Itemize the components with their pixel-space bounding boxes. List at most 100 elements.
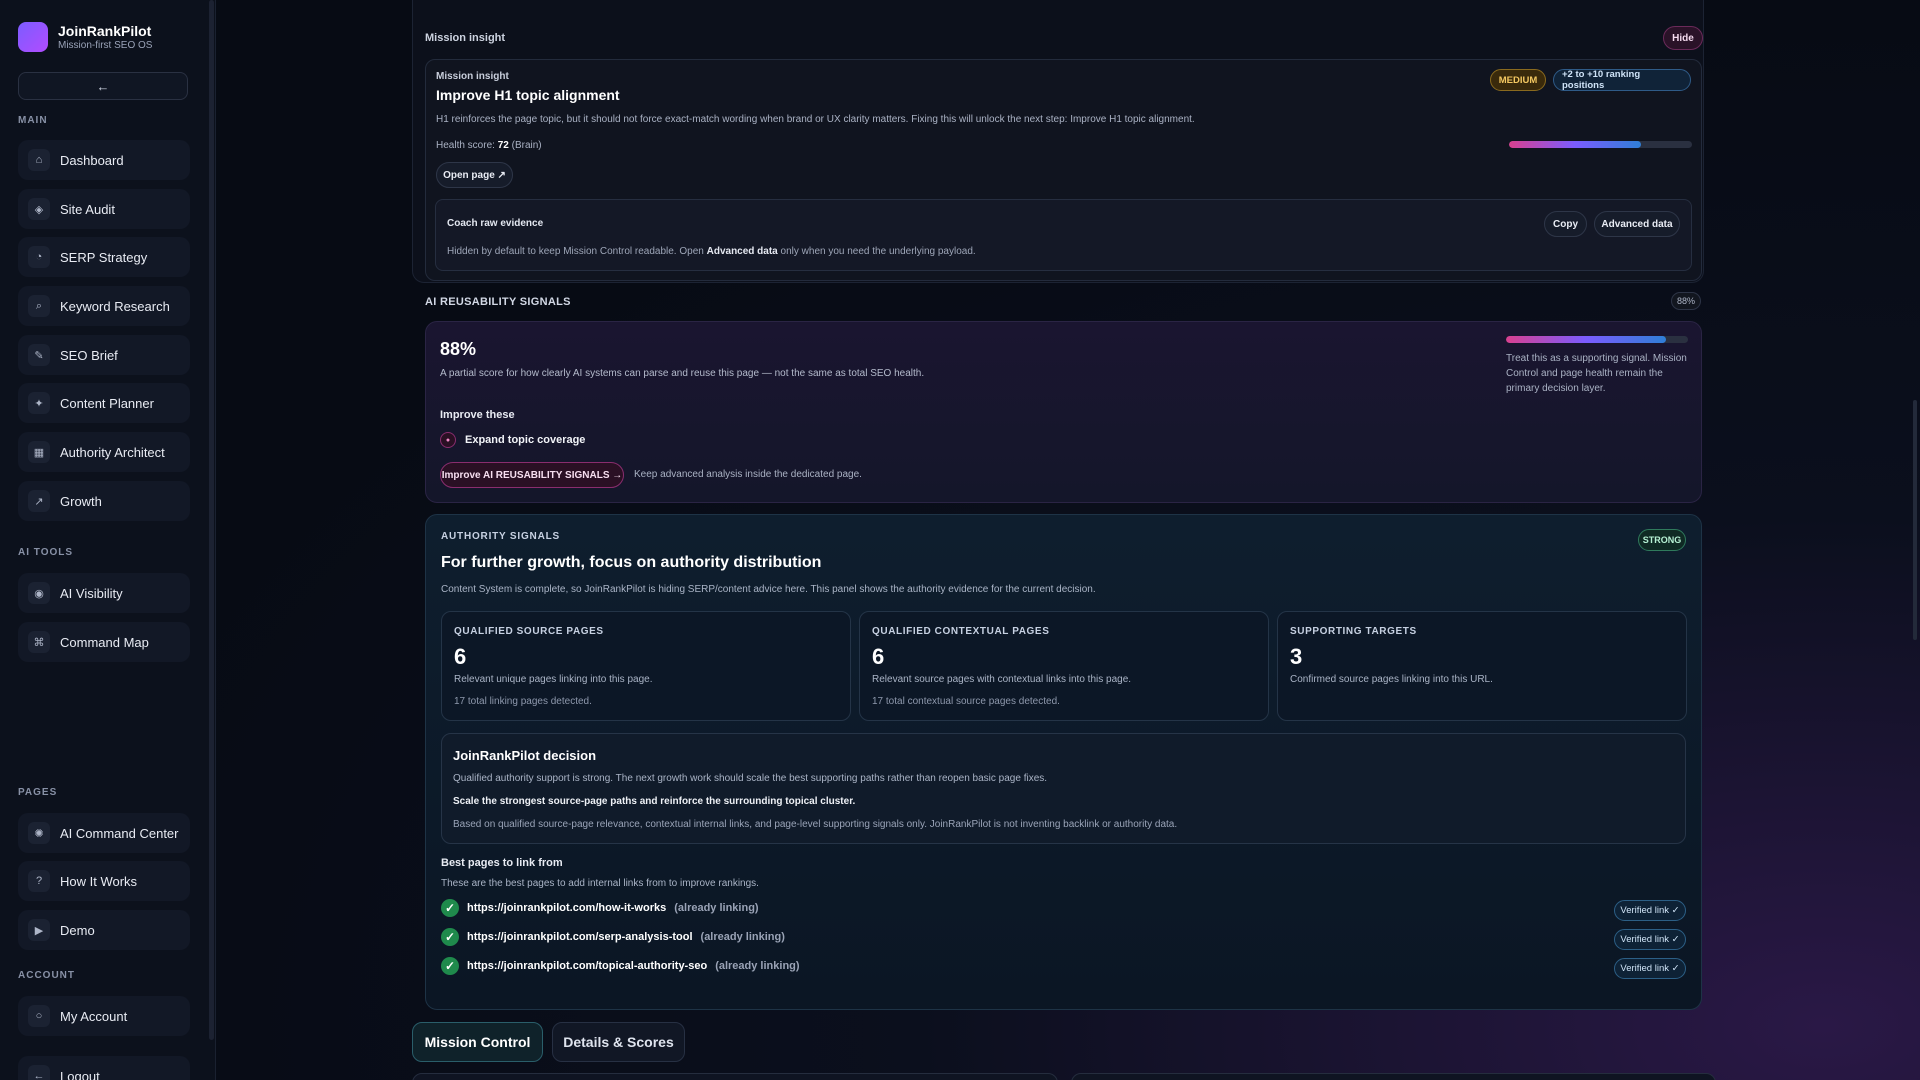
sidebar-item-label: Site Audit [60, 201, 115, 217]
stat-extra: 17 total linking pages detected. [454, 696, 592, 707]
coach-text-bold: Advanced data [706, 246, 778, 257]
mission-title: Improve H1 topic alignment [436, 87, 620, 103]
sidebar-item-content-planner[interactable]: ✦ Content Planner [18, 383, 190, 423]
sidebar-item-dashboard[interactable]: ⌂ Dashboard [18, 140, 190, 180]
main-scrollbar[interactable] [1913, 400, 1917, 640]
stat-description: Relevant source pages with contextual li… [872, 674, 1132, 685]
best-pages-title: Best pages to link from [441, 857, 563, 869]
stat-heading: QUALIFIED SOURCE PAGES [454, 626, 604, 637]
trend-icon: ↗ [28, 490, 50, 512]
link-status: (already linking) [715, 960, 800, 972]
sidebar-item-ai-command-center[interactable]: ✺ AI Command Center [18, 813, 190, 853]
hide-button[interactable]: Hide [1663, 26, 1703, 50]
coach-evidence-box [435, 199, 1692, 271]
sparkle-icon: ✦ [28, 392, 50, 414]
best-pages-subtitle: These are the best pages to add internal… [441, 878, 759, 889]
verified-link-badge: Verified link ✓ [1614, 900, 1686, 921]
bottom-card-right [1071, 1073, 1716, 1080]
check-icon: ✓ [441, 899, 459, 917]
coach-text-after: only when you need the underlying payloa… [780, 246, 976, 257]
health-score-value: 72 [497, 140, 509, 151]
decision-title: JoinRankPilot decision [453, 748, 597, 763]
eye-icon: ◉ [28, 582, 50, 604]
logout-icon: ← [28, 1065, 50, 1080]
stat-description: Relevant unique pages linking into this … [454, 674, 653, 685]
pencil-icon: ✎ [28, 344, 50, 366]
section-label-pages: PAGES [18, 787, 58, 798]
stat-description: Confirmed source pages linking into this… [1290, 674, 1493, 685]
sidebar-item-label: My Account [60, 1008, 128, 1024]
sidebar-item-label: AI Command Center [60, 825, 179, 841]
stat-value: 6 [454, 644, 467, 669]
link-row: ✓ https://joinrankpilot.com/topical-auth… [441, 956, 800, 976]
copy-button[interactable]: Copy [1544, 211, 1587, 237]
link-row: ✓ https://joinrankpilot.com/how-it-works… [441, 898, 759, 918]
sidebar-item-label: Keyword Research [60, 298, 170, 314]
sidebar-item-logout[interactable]: ← Logout [18, 1056, 190, 1080]
brand-tagline: Mission-first SEO OS [58, 40, 153, 51]
sidebar-item-label: Dashboard [60, 152, 124, 168]
health-score-suffix: (Brain) [511, 140, 542, 151]
sidebar-item-demo[interactable]: ▶ Demo [18, 910, 190, 950]
health-score: Health score: 72 (Brain) [436, 140, 542, 151]
verified-link-badge: Verified link ✓ [1614, 958, 1686, 979]
sidebar: JoinRankPilot Mission-first SEO OS ← MAI… [0, 0, 216, 1080]
sidebar-item-serp-strategy[interactable]: ◔ SERP Strategy [18, 237, 190, 277]
link-url[interactable]: https://joinrankpilot.com/how-it-works [467, 902, 666, 914]
home-icon: ⌂ [28, 149, 50, 171]
sidebar-item-site-audit[interactable]: ◈ Site Audit [18, 189, 190, 229]
sidebar-item-seo-brief[interactable]: ✎ SEO Brief [18, 335, 190, 375]
tab-mission-control[interactable]: Mission Control [412, 1022, 543, 1062]
ai-score-bar-fill [1506, 336, 1667, 343]
mission-description: H1 reinforces the page topic, but it sho… [436, 114, 1195, 125]
advanced-data-button[interactable]: Advanced data [1594, 211, 1680, 237]
stat-card-supporting-targets: SUPPORTING TARGETS 3 Confirmed source pa… [1277, 611, 1687, 721]
asterisk-icon: ✺ [28, 822, 50, 844]
authority-title: For further growth, focus on authority d… [441, 554, 822, 571]
link-row: ✓ https://joinrankpilot.com/serp-analysi… [441, 927, 785, 947]
link-status: (already linking) [674, 902, 759, 914]
sidebar-item-ai-visibility[interactable]: ◉ AI Visibility [18, 573, 190, 613]
coach-description: Hidden by default to keep Mission Contro… [447, 246, 976, 257]
section-label-ai-tools: AI TOOLS [18, 547, 74, 558]
open-page-button[interactable]: Open page ↗ [436, 162, 513, 188]
ai-score: 88% [440, 339, 477, 359]
verified-link-badge: Verified link ✓ [1614, 929, 1686, 950]
sidebar-item-my-account[interactable]: ○ My Account [18, 996, 190, 1036]
improve-title: Improve these [440, 409, 515, 421]
authority-label: AUTHORITY SIGNALS [441, 531, 560, 542]
improve-ai-signals-button[interactable]: Improve AI REUSABILITY SIGNALS → [440, 462, 624, 488]
ai-score-badge: 88% [1671, 292, 1701, 310]
collapse-sidebar-button[interactable]: ← [18, 72, 188, 100]
ai-score-bar [1506, 336, 1688, 343]
sidebar-item-authority-architect[interactable]: ▦ Authority Architect [18, 432, 190, 472]
sidebar-item-keyword-research[interactable]: ⌕ Keyword Research [18, 286, 190, 326]
sidebar-item-label: Command Map [60, 634, 149, 650]
brand[interactable]: JoinRankPilot Mission-first SEO OS [18, 22, 152, 52]
link-url[interactable]: https://joinrankpilot.com/topical-author… [467, 960, 707, 972]
sidebar-item-growth[interactable]: ↗ Growth [18, 481, 190, 521]
check-icon: ✓ [441, 957, 459, 975]
command-icon: ⌘ [28, 631, 50, 653]
blocks-icon: ▦ [28, 441, 50, 463]
sidebar-item-command-map[interactable]: ⌘ Command Map [18, 622, 190, 662]
app-root: JoinRankPilot Mission-first SEO OS ← MAI… [0, 0, 1920, 1080]
link-url[interactable]: https://joinrankpilot.com/serp-analysis-… [467, 931, 693, 943]
user-icon: ○ [28, 1005, 50, 1027]
health-score-bar-fill [1509, 141, 1641, 148]
sidebar-item-label: Demo [60, 922, 95, 938]
stat-value: 6 [872, 644, 885, 669]
sidebar-item-label: Authority Architect [60, 444, 165, 460]
coach-text-before: Hidden by default to keep Mission Contro… [447, 246, 704, 257]
brand-logo-icon [18, 22, 48, 52]
search-icon: ⌕ [28, 295, 50, 317]
sidebar-scrollbar[interactable] [209, 0, 214, 1040]
stat-heading: QUALIFIED CONTEXTUAL PAGES [872, 626, 1050, 637]
decision-footnote: Based on qualified source-page relevance… [453, 819, 1178, 830]
link-status: (already linking) [700, 931, 785, 943]
sidebar-item-how-it-works[interactable]: ? How It Works [18, 861, 190, 901]
health-score-bar [1509, 141, 1692, 148]
tab-details-scores[interactable]: Details & Scores [552, 1022, 685, 1062]
help-icon: ? [28, 870, 50, 892]
sidebar-item-label: AI Visibility [60, 585, 123, 601]
